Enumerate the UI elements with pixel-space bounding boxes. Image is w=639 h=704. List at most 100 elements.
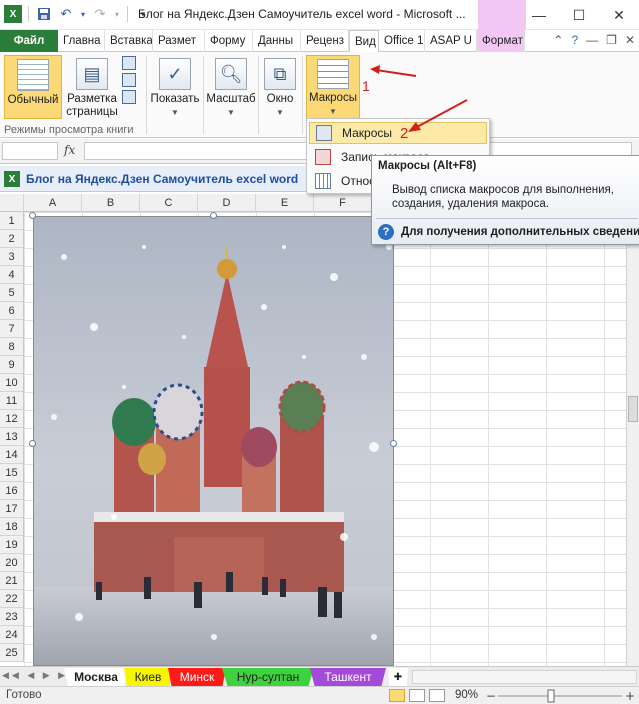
chevron-down-icon: ▼: [227, 108, 235, 117]
divider: [258, 56, 259, 134]
row-header[interactable]: 18: [0, 518, 23, 536]
page-break-view-icon[interactable]: [122, 56, 136, 70]
row-header[interactable]: 10: [0, 374, 23, 392]
close-icon[interactable]: ✕: [599, 0, 639, 30]
tab-home[interactable]: Главна: [58, 30, 105, 52]
row-header[interactable]: 14: [0, 446, 23, 464]
tab-asap-utilities[interactable]: ASAP U: [425, 30, 477, 52]
minimize-icon[interactable]: —: [519, 0, 559, 30]
collapse-ribbon-icon[interactable]: ⌃: [553, 33, 563, 47]
row-header[interactable]: 6: [0, 302, 23, 320]
row-header[interactable]: 23: [0, 608, 23, 626]
page-layout-icon[interactable]: [409, 689, 425, 702]
window-button[interactable]: ⧉ Окно ▼: [260, 58, 300, 119]
sheet-tab-minsk[interactable]: Минск: [168, 668, 226, 686]
workbook-title: Блог на Яндекс.Дзен Самоучитель excel wo…: [26, 172, 299, 186]
row-header[interactable]: 15: [0, 464, 23, 482]
row-header[interactable]: 22: [0, 590, 23, 608]
sheet-tab-moscow[interactable]: Москва: [64, 668, 128, 686]
show-button[interactable]: ✓ Показать ▼: [148, 58, 202, 119]
row-header[interactable]: 1: [0, 212, 23, 230]
tab-view[interactable]: Вид: [349, 30, 379, 52]
cathedral-picture[interactable]: [33, 216, 394, 666]
row-header[interactable]: 11: [0, 392, 23, 410]
row-header[interactable]: 2: [0, 230, 23, 248]
full-screen-icon[interactable]: [122, 90, 136, 104]
resize-handle[interactable]: [29, 440, 36, 447]
tab-office[interactable]: Office 1: [379, 30, 425, 52]
divider: [28, 6, 29, 22]
chevron-down-icon[interactable]: ▾: [113, 5, 121, 23]
row-header[interactable]: 7: [0, 320, 23, 338]
page-break-view-icon[interactable]: [429, 689, 445, 702]
zoom-slider[interactable]: − +: [486, 689, 636, 703]
tab-formulas[interactable]: Форму: [205, 30, 253, 52]
tab-review[interactable]: Реценз: [301, 30, 349, 52]
sheet-tab-nur-sultan[interactable]: Нур-султан: [222, 668, 314, 686]
select-all-corner[interactable]: [0, 194, 24, 212]
svg-text:+: +: [625, 689, 635, 703]
row-header[interactable]: 4: [0, 266, 23, 284]
row-header[interactable]: 5: [0, 284, 23, 302]
menu-item-label: Макросы: [342, 126, 393, 140]
tab-format[interactable]: Формат: [477, 30, 525, 52]
horizontal-scrollbar[interactable]: [412, 670, 637, 684]
close-workbook-icon[interactable]: ✕: [625, 33, 635, 47]
excel-app-icon[interactable]: X: [4, 5, 22, 23]
normal-view-icon[interactable]: [389, 689, 405, 702]
title-bar: X ↶ ▾ ↷ ▾ ▾ Блог на Яндекс.Дзен Самоучит…: [0, 0, 639, 30]
window-title: Блог на Яндекс.Дзен Самоучитель excel wo…: [138, 7, 466, 21]
macro-list-icon: [316, 125, 332, 141]
column-header[interactable]: F: [314, 194, 372, 212]
column-header[interactable]: D: [198, 194, 256, 212]
name-box[interactable]: [2, 142, 58, 160]
sheet-tab-tashkent[interactable]: Ташкент: [310, 668, 386, 686]
macros-button[interactable]: Макросы ▼: [306, 55, 360, 119]
row-header[interactable]: 13: [0, 428, 23, 446]
column-header[interactable]: C: [140, 194, 198, 212]
zoom-level[interactable]: 90%: [455, 689, 478, 701]
fx-icon[interactable]: fx: [64, 143, 75, 157]
tab-page-layout[interactable]: Размет: [153, 30, 205, 52]
save-icon[interactable]: [35, 5, 53, 23]
row-header[interactable]: 25: [0, 644, 23, 662]
column-header[interactable]: A: [24, 194, 82, 212]
page-layout-icon: ▤: [76, 58, 108, 90]
row-header[interactable]: 8: [0, 338, 23, 356]
resize-handle[interactable]: [29, 212, 36, 219]
zoom-button[interactable]: 🔍︎ Масштаб ▼: [204, 58, 258, 119]
tab-data[interactable]: Данны: [253, 30, 301, 52]
custom-views-icon[interactable]: [122, 73, 136, 87]
show-icon: ✓: [159, 58, 191, 90]
undo-icon[interactable]: ↶: [57, 5, 75, 23]
resize-handle[interactable]: [210, 212, 217, 219]
macros-icon: [317, 59, 349, 89]
row-header[interactable]: 24: [0, 626, 23, 644]
new-sheet-icon[interactable]: ✚: [388, 668, 408, 686]
redo-icon[interactable]: ↷: [91, 5, 109, 23]
column-header[interactable]: B: [82, 194, 140, 212]
row-header[interactable]: 12: [0, 410, 23, 428]
tab-file[interactable]: Файл: [0, 30, 58, 52]
sheet-tab-kiev[interactable]: Киев: [124, 668, 172, 686]
vertical-scrollbar[interactable]: [626, 194, 639, 666]
divider: [146, 56, 147, 134]
row-header[interactable]: 9: [0, 356, 23, 374]
normal-view-button[interactable]: Обычный: [4, 55, 62, 119]
column-header[interactable]: E: [256, 194, 314, 212]
row-header[interactable]: 21: [0, 572, 23, 590]
row-header[interactable]: 17: [0, 500, 23, 518]
row-header[interactable]: 20: [0, 554, 23, 572]
minimize-workbook-icon[interactable]: —: [586, 33, 598, 47]
help-icon[interactable]: ?: [571, 33, 578, 47]
row-header[interactable]: 19: [0, 536, 23, 554]
tab-insert[interactable]: Вставка: [105, 30, 153, 52]
maximize-icon[interactable]: ☐: [559, 0, 599, 30]
row-header[interactable]: 3: [0, 248, 23, 266]
restore-workbook-icon[interactable]: ❐: [606, 33, 617, 47]
scrollbar-thumb[interactable]: [628, 396, 638, 422]
resize-handle[interactable]: [390, 440, 397, 447]
page-layout-view-button[interactable]: ▤ Разметка страницы: [64, 58, 120, 119]
chevron-down-icon[interactable]: ▾: [79, 5, 87, 23]
row-header[interactable]: 16: [0, 482, 23, 500]
